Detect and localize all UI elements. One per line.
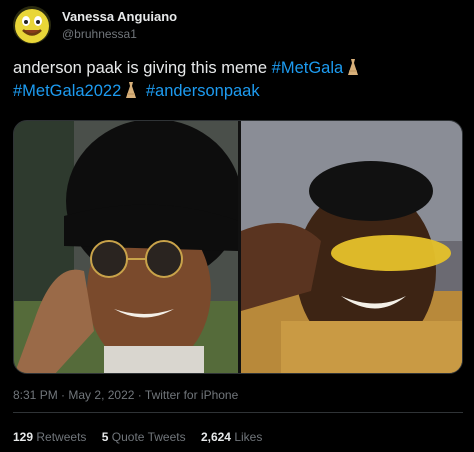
dress-emoji-icon (348, 59, 359, 75)
retweets-stat[interactable]: 129 Retweets (13, 430, 86, 444)
anderson-paak-photo[interactable] (14, 121, 238, 373)
tweet-meta: 8:31 PM · May 2, 2022 · Twitter for iPho… (13, 388, 238, 402)
quote-tweets-count: 5 (101, 430, 109, 444)
tweet-media[interactable] (13, 120, 463, 374)
tweet-source[interactable]: Twitter for iPhone (145, 388, 238, 402)
smiling-emoji-avatar-icon (13, 6, 51, 44)
hashtag-andersonpaak[interactable]: #andersonpaak (146, 82, 260, 100)
hashtag-metgala[interactable]: #MetGala (272, 59, 344, 77)
meme-photo[interactable] (241, 121, 462, 373)
meme-photo-icon (241, 121, 462, 373)
tweet-date[interactable]: May 2, 2022 (68, 388, 134, 402)
tweet-stats: 129 Retweets 5 Quote Tweets 2,624 Likes (13, 430, 274, 444)
author-name[interactable]: Vanessa Anguiano (62, 9, 177, 24)
likes-label: Likes (234, 430, 263, 444)
author-handle[interactable]: @bruhnessa1 (62, 27, 137, 41)
divider (13, 412, 463, 413)
avatar[interactable] (13, 6, 51, 44)
tweet-time[interactable]: 8:31 PM (13, 388, 58, 402)
meta-separator: · (137, 388, 142, 402)
retweets-count: 129 (13, 430, 34, 444)
dress-emoji-icon (126, 82, 137, 98)
tweet-text-intro: anderson paak is giving this meme (13, 59, 268, 77)
retweets-label: Retweets (36, 430, 87, 444)
meta-separator: · (61, 388, 66, 402)
tweet: Vanessa Anguiano @bruhnessa1 anderson pa… (0, 0, 474, 452)
likes-count: 2,624 (200, 430, 231, 444)
hashtag-metgala2022[interactable]: #MetGala2022 (13, 82, 121, 100)
quote-tweets-stat[interactable]: 5 Quote Tweets (102, 430, 186, 444)
tweet-text: anderson paak is giving this meme #MetGa… (13, 57, 463, 103)
quote-tweets-label: Quote Tweets (111, 430, 186, 444)
likes-stat[interactable]: 2,624 Likes (201, 430, 262, 444)
anderson-paak-photo-icon (14, 121, 238, 373)
